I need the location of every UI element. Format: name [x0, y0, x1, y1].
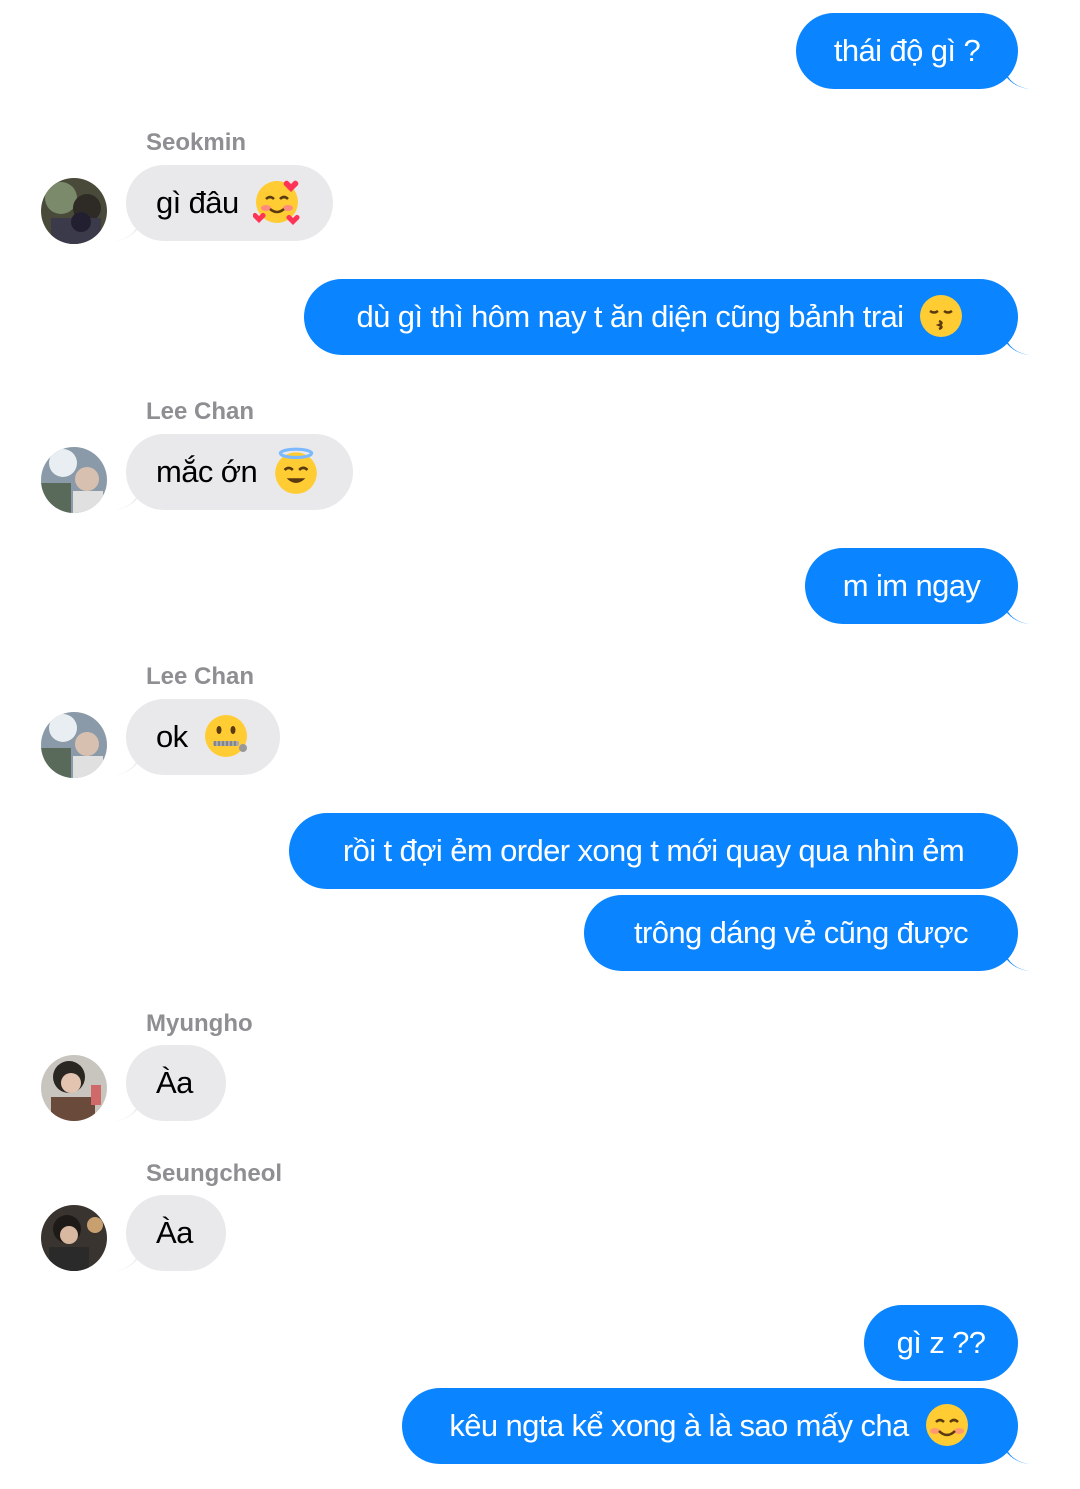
bubble-tail [1005, 67, 1029, 89]
received-message-bubble[interactable]: Àa [115, 1195, 226, 1271]
message-text: thái độ gì ? [833, 33, 981, 68]
sent-message-bubble[interactable]: trông dáng vẻ cũng được [584, 895, 1029, 971]
smiling-face-with-halo-emoji [275, 447, 318, 494]
message-text: mắc ớn [156, 454, 258, 489]
bubble-tail [115, 1099, 139, 1121]
message-text: Àa [156, 1215, 193, 1250]
avatar-lee-chan[interactable] [41, 447, 107, 513]
bubble-tail [1005, 333, 1029, 355]
avatar-lee-chan[interactable] [41, 712, 107, 778]
sent-message-bubble[interactable]: m im ngay [805, 548, 1029, 624]
kissing-face-emoji [920, 294, 963, 337]
sent-message-bubble[interactable]: gì z ?? [864, 1305, 1018, 1381]
avatar-seokmin[interactable] [41, 178, 107, 244]
bubble-tail [115, 753, 139, 775]
message-text: gì z ?? [896, 1325, 986, 1360]
received-message-bubble[interactable]: ok [115, 699, 280, 775]
avatar-photo [41, 1205, 107, 1271]
avatar-photo [41, 447, 107, 513]
avatar-seungcheol[interactable] [41, 1205, 107, 1271]
message-text: m im ngay [842, 568, 981, 603]
avatar-photo [41, 178, 107, 244]
sender-name: Seokmin [146, 129, 247, 156]
bubble-tail [1005, 602, 1029, 624]
avatar-myungho[interactable] [41, 1055, 107, 1121]
sender-name: Lee Chan [146, 398, 255, 425]
sent-message-bubble[interactable]: kêu ngta kể xong à là sao mấy cha [402, 1388, 1029, 1464]
message-text: Àa [156, 1065, 193, 1100]
bubble-tail [115, 1249, 139, 1271]
message-text: rồi t đợi ẻm order xong t mới quay qua n… [342, 833, 965, 868]
avatar-photo [41, 1055, 107, 1121]
message-text: kêu ngta kể xong à là sao mấy cha [449, 1408, 909, 1443]
sent-message-bubble[interactable]: rồi t đợi ẻm order xong t mới quay qua n… [289, 813, 1018, 889]
bubble-tail [1005, 1442, 1029, 1464]
received-message-bubble[interactable]: Àa [115, 1045, 226, 1121]
bubble-tail [115, 219, 139, 241]
sender-name: Myungho [146, 1010, 253, 1037]
message-text: dù gì thì hôm nay t ăn diện cũng bảnh tr… [356, 299, 905, 334]
received-message-bubble[interactable]: mắc ớn [115, 434, 353, 510]
smiling-face-emoji [925, 1403, 968, 1446]
received-message-bubble[interactable]: gì đâu [115, 165, 333, 241]
smiling-face-with-hearts-emoji [252, 180, 300, 225]
message-text: trông dáng vẻ cũng được [633, 915, 969, 950]
zipper-mouth-face-emoji [204, 714, 247, 757]
sent-message-bubble[interactable]: thái độ gì ? [796, 13, 1029, 89]
sender-name: Lee Chan [146, 663, 255, 690]
sender-name: Seungcheol [146, 1160, 283, 1187]
bubble-tail [1005, 949, 1029, 971]
avatar-photo [41, 712, 107, 778]
sent-message-bubble[interactable]: dù gì thì hôm nay t ăn diện cũng bảnh tr… [304, 279, 1029, 355]
message-text: ok [156, 719, 188, 754]
bubble-tail [115, 488, 139, 510]
message-text: gì đâu [156, 185, 239, 220]
